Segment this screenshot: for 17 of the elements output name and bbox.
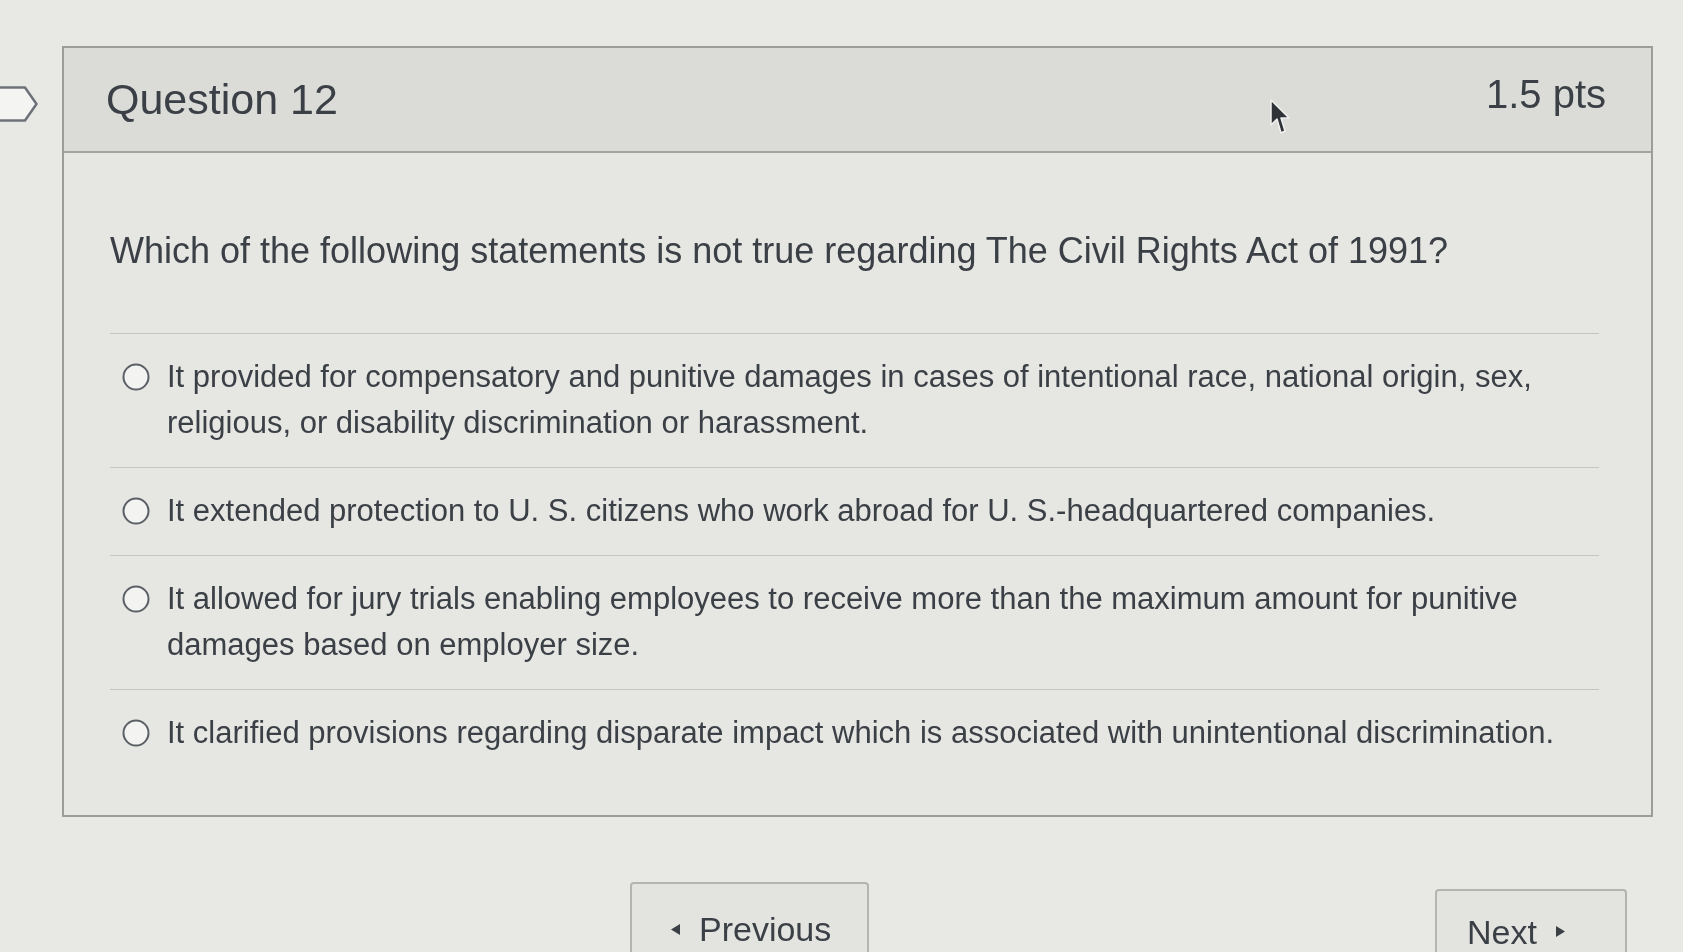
question-title: Question 12 (106, 75, 338, 124)
radio-button[interactable] (122, 719, 150, 747)
radio-button[interactable] (122, 363, 150, 391)
answer-option[interactable]: It extended protection to U. S. citizens who work abroad for U. S.-headquartered companies. (167, 488, 1436, 534)
answer-option[interactable]: It provided for compensatory and punitive damages in cases of intentional race, national origin, sex, religious, or disability discrimination or harassment. (167, 354, 1579, 446)
question-text: Which of the following statements is not true regarding The Civil Rights Act of 1991? (110, 229, 1599, 334)
radio-button[interactable] (122, 497, 150, 525)
mouse-cursor-icon (1270, 99, 1290, 136)
bookmark-flag-icon[interactable] (0, 86, 38, 122)
answer-option[interactable]: It clarified provisions regarding disparate impact which is associated with unintentional discrimination. (167, 710, 1555, 756)
next-button[interactable]: Next (1435, 889, 1627, 952)
caret-left-icon (670, 922, 681, 936)
radio-button[interactable] (122, 585, 150, 613)
previous-button[interactable]: Previous (630, 882, 869, 952)
question-points: 1.5 pts (1485, 72, 1606, 117)
caret-right-icon (1554, 925, 1566, 938)
answer-option[interactable]: It allowed for jury trials enabling employees to receive more than the maximum amount for punitive damages based on employer size. (167, 576, 1579, 668)
